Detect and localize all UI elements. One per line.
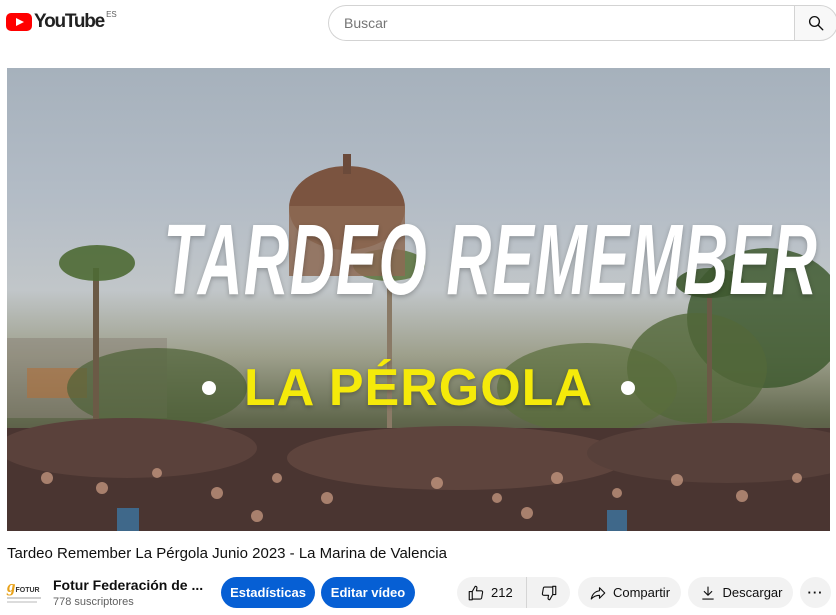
search-placeholder: Buscar — [344, 15, 388, 31]
video-title: Tardeo Remember La Pérgola Junio 2023 - … — [7, 545, 447, 562]
video-overlay-subtitle-row: LA PÉRGOLA — [7, 360, 830, 416]
download-label: Descargar — [722, 585, 783, 600]
youtube-logo[interactable]: YouTube ES — [6, 10, 117, 34]
share-icon — [590, 586, 606, 600]
more-icon: ··· — [807, 585, 824, 600]
avatar-logo-icon: g — [7, 577, 16, 596]
thumbs-up-icon — [468, 585, 484, 600]
share-label: Compartir — [612, 585, 671, 600]
video-overlay-title: TARDEO REMEMBER — [163, 204, 819, 316]
avatar-text: FOTUR — [15, 587, 40, 594]
thumbs-down-icon — [541, 585, 556, 600]
like-button[interactable]: 212 — [457, 577, 527, 608]
stats-button[interactable]: Estadísticas — [221, 577, 315, 608]
share-button[interactable]: Compartir — [578, 577, 681, 608]
download-icon — [701, 585, 714, 600]
like-count: 212 — [491, 585, 513, 600]
search-input[interactable]: Buscar — [328, 5, 794, 41]
channel-name[interactable]: Fotur Federación de ... — [53, 577, 203, 593]
bullet-dot-left — [202, 381, 217, 395]
video-overlay-subtitle: LA PÉRGOLA — [244, 359, 593, 417]
like-dislike-group: 212 — [457, 577, 570, 608]
dislike-button[interactable] — [527, 577, 570, 608]
download-button[interactable]: Descargar — [688, 577, 793, 608]
channel-avatar[interactable]: g FOTUR — [7, 578, 43, 606]
video-player[interactable]: TARDEO REMEMBER LA PÉRGOLA — [7, 68, 830, 531]
more-actions-button[interactable]: ··· — [800, 577, 831, 608]
edit-video-button[interactable]: Editar vídeo — [321, 577, 415, 608]
subscriber-count: 778 suscriptores — [53, 596, 134, 608]
country-code: ES — [106, 10, 117, 19]
logo-text: YouTube — [34, 11, 105, 32]
bullet-dot-right — [620, 381, 635, 395]
search-button[interactable] — [794, 5, 836, 41]
search-icon — [808, 15, 824, 31]
search-bar[interactable]: Buscar — [328, 5, 836, 41]
youtube-logo-icon — [6, 13, 32, 31]
